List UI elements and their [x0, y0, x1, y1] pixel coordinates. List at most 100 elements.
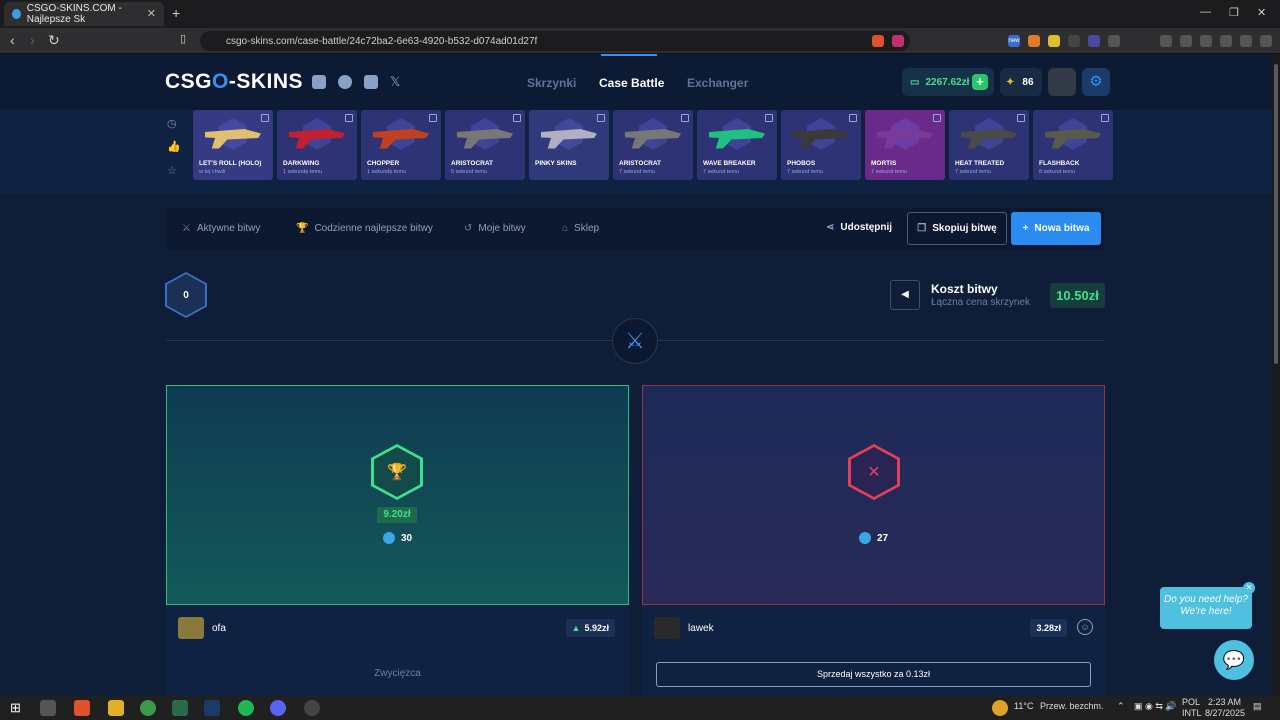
extension-icon[interactable] — [1028, 35, 1040, 47]
facebook-icon[interactable] — [338, 75, 352, 89]
vpn-icon[interactable] — [1240, 35, 1252, 47]
language-primary[interactable]: POL — [1182, 697, 1200, 707]
tray-icons[interactable]: ▣ ◉ ⇆ 🔊 — [1134, 701, 1177, 712]
brave-rewards-icon[interactable] — [892, 35, 904, 47]
reload-icon[interactable]: ↻ — [48, 32, 60, 49]
case-open-icon[interactable] — [765, 114, 773, 122]
instagram-icon[interactable] — [364, 75, 378, 89]
menu-icon[interactable] — [1260, 35, 1272, 47]
case-open-icon[interactable] — [597, 114, 605, 122]
nav-skrzynki[interactable]: Skrzynki — [527, 76, 576, 90]
sidebar-icon[interactable] — [1180, 35, 1192, 47]
site-logo[interactable]: CSGO-SKINS — [165, 70, 303, 94]
extension-icon[interactable] — [1088, 35, 1100, 47]
close-tab-icon[interactable]: ✕ — [147, 7, 156, 20]
deposit-plus-icon[interactable]: + — [972, 74, 988, 90]
tab-shop[interactable]: ⌂ Sklep — [562, 223, 599, 234]
tab-my-battles[interactable]: ↺ Moje bitwy — [464, 223, 526, 234]
brave-shield-icon[interactable] — [872, 35, 884, 47]
case-card[interactable]: DARKWING 1 sekundę temu — [277, 110, 357, 180]
case-card[interactable]: PHOBOS 7 sekund temu — [781, 110, 861, 180]
tab-daily-best[interactable]: 🏆 Codzienne najlepsze bitwy — [296, 223, 433, 234]
weather-text[interactable]: Przew. bezchm. — [1040, 701, 1104, 711]
chat-launcher-icon[interactable]: 💬 — [1214, 640, 1254, 680]
discord-icon[interactable] — [312, 75, 326, 89]
leo-icon[interactable] — [1220, 35, 1232, 47]
user-avatar[interactable] — [1048, 68, 1076, 96]
case-card[interactable]: LET'S ROLL (HOLO) w tej chwili — [193, 110, 273, 180]
brave-browser-icon[interactable] — [74, 700, 90, 716]
x-twitter-icon[interactable]: 𝕏 — [390, 75, 404, 89]
tray-chevron-icon[interactable]: ⌃ — [1117, 701, 1125, 712]
close-window-icon[interactable]: ✕ — [1257, 6, 1266, 19]
player-avatar[interactable] — [178, 617, 204, 639]
task-view-icon[interactable] — [40, 700, 56, 716]
case-card[interactable]: HEAT TREATED 7 sekund temu — [949, 110, 1029, 180]
discord-icon[interactable] — [270, 700, 286, 716]
url-bar[interactable]: csgo-skins.com/case-battle/24c72ba2-6e63… — [200, 31, 910, 51]
case-card[interactable]: MORTIS 7 sekund temu — [865, 110, 945, 180]
extension-icon[interactable] — [1048, 35, 1060, 47]
puzzle-icon[interactable] — [1108, 35, 1120, 47]
new-battle-button[interactable]: + Nowa bitwa — [1011, 212, 1101, 245]
player-name[interactable]: lawek — [688, 623, 714, 634]
windows-start-icon[interactable]: ⊞ — [10, 700, 26, 716]
case-open-icon[interactable] — [1017, 114, 1025, 122]
case-open-icon[interactable] — [261, 114, 269, 122]
page-scrollbar[interactable] — [1272, 54, 1280, 696]
case-card[interactable]: ARISTOCRAT 7 sekund temu — [613, 110, 693, 180]
case-open-icon[interactable] — [849, 114, 857, 122]
clock-icon[interactable]: ◷ — [167, 117, 177, 130]
collapse-cost-button[interactable]: ◀ — [890, 280, 920, 310]
bookmark-icon[interactable]: ▯ — [180, 32, 186, 45]
file-explorer-icon[interactable] — [108, 700, 124, 716]
language-secondary[interactable]: INTL — [1182, 708, 1202, 718]
case-open-icon[interactable] — [345, 114, 353, 122]
nav-exchanger[interactable]: Exchanger — [687, 76, 748, 90]
restore-icon[interactable]: ❐ — [1229, 6, 1239, 19]
app-icon[interactable] — [304, 700, 320, 716]
sell-all-button[interactable]: Sprzedaj wszystko za 0.13zł — [656, 662, 1091, 687]
music-icon[interactable] — [1160, 35, 1172, 47]
back-icon[interactable]: ‹ — [10, 32, 15, 48]
case-open-icon[interactable] — [513, 114, 521, 122]
case-card[interactable]: ARISTOCRAT 5 sekund temu — [445, 110, 525, 180]
scrollbar-thumb[interactable] — [1274, 64, 1278, 364]
weather-temp[interactable]: 11°C — [1014, 701, 1033, 711]
case-card[interactable]: WAVE BREAKER 7 sekund temu — [697, 110, 777, 180]
player-avatar[interactable] — [654, 617, 680, 639]
case-open-icon[interactable] — [429, 114, 437, 122]
case-card[interactable]: FLASHBACK 8 sekund temu — [1033, 110, 1113, 180]
nav-case-battle[interactable]: Case Battle — [599, 76, 664, 90]
case-open-icon[interactable] — [1101, 114, 1109, 122]
thumbs-up-icon[interactable]: 👍 — [167, 140, 181, 153]
balance-display[interactable]: ▭ 2267.62zł + — [902, 68, 994, 96]
chat-help-bubble[interactable]: Do you need help? We're here! — [1160, 587, 1252, 629]
coins-display[interactable]: ✦ 86 — [1000, 68, 1042, 96]
case-open-icon[interactable] — [681, 114, 689, 122]
new-tab-icon[interactable]: + — [172, 5, 180, 21]
player-name[interactable]: ofa — [212, 623, 226, 634]
minimize-icon[interactable]: — — [1200, 6, 1211, 18]
emoji-icon[interactable]: ☺ — [1077, 619, 1093, 635]
xbox-icon[interactable] — [172, 700, 188, 716]
clock-time[interactable]: 2:23 AM — [1208, 697, 1241, 707]
notification-icon[interactable]: ▤ — [1253, 701, 1262, 712]
case-card[interactable]: CHOPPER 1 sekundę temu — [361, 110, 441, 180]
tab-active-battles[interactable]: ⚔ Aktywne bitwy — [182, 223, 260, 234]
browser-tab[interactable]: CSGO-SKINS.COM - Najlepsze Sk ✕ — [4, 2, 164, 26]
case-card[interactable]: PINKY SKINS — [529, 110, 609, 180]
extension-icon[interactable] — [1068, 35, 1080, 47]
steam-icon[interactable] — [204, 700, 220, 716]
case-open-icon[interactable] — [933, 114, 941, 122]
share-button[interactable]: ⋖ Udostępnij — [826, 222, 892, 233]
copy-battle-button[interactable]: ❐ Skopiuj bitwę — [907, 212, 1007, 245]
close-chat-bubble-icon[interactable]: ✕ — [1243, 582, 1255, 594]
chrome-icon[interactable] — [140, 700, 156, 716]
wallet-icon[interactable] — [1200, 35, 1212, 47]
settings-gear-icon[interactable]: ⚙ — [1082, 68, 1110, 96]
forward-icon[interactable]: › — [30, 32, 35, 48]
star-icon[interactable]: ☆ — [167, 164, 177, 177]
new-extension-icon[interactable]: new — [1008, 35, 1020, 47]
clock-date[interactable]: 8/27/2025 — [1205, 708, 1245, 718]
